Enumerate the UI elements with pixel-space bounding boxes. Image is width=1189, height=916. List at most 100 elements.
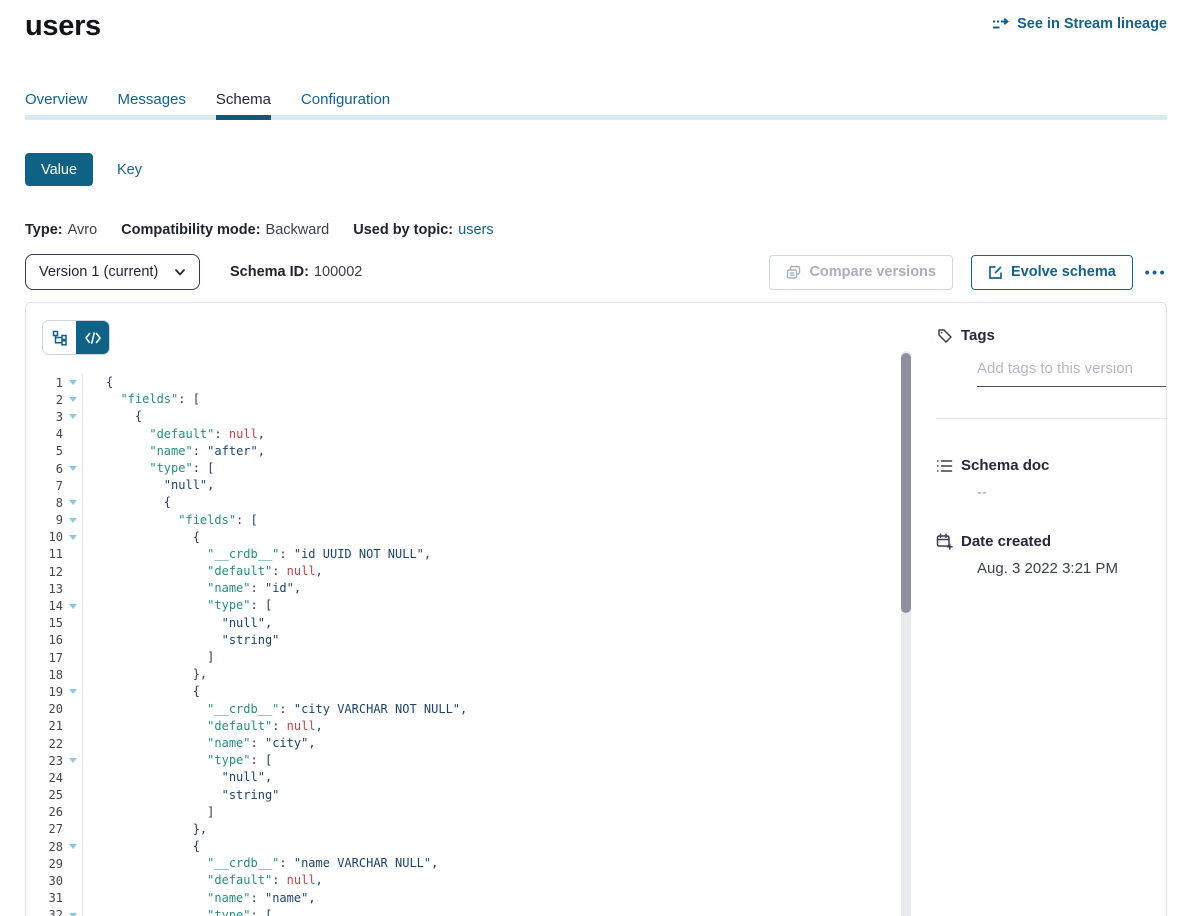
line-number: 5	[26, 444, 63, 458]
line-number: 2	[26, 393, 63, 407]
code-text: "default": null,	[83, 718, 323, 735]
fold-toggle-icon[interactable]	[63, 758, 82, 763]
code-line: 32 "type": [	[26, 907, 918, 916]
fold-toggle-icon[interactable]	[63, 604, 82, 609]
code-line: 4 "default": null,	[26, 426, 918, 443]
tree-view-button[interactable]	[43, 321, 76, 354]
line-number: 22	[26, 737, 63, 751]
page: users See in Stream lineage Overview Mess…	[25, 0, 1167, 916]
code-text: "type": [	[83, 460, 214, 477]
line-number: 9	[26, 513, 63, 527]
gutter-cell: 18	[26, 666, 83, 683]
fold-toggle-icon[interactable]	[63, 844, 82, 849]
gutter-cell: 3	[26, 408, 83, 425]
tab-schema[interactable]: Schema	[216, 91, 271, 120]
code-line: 23 "type": [	[26, 752, 918, 769]
gutter-cell: 23	[26, 752, 83, 769]
code-text: "type": [	[83, 597, 272, 614]
date-created-heading-label: Date created	[961, 533, 1051, 550]
gutter-cell: 9	[26, 512, 83, 529]
code-line: 17 ]	[26, 649, 918, 666]
line-number: 14	[26, 599, 63, 613]
tags-section-heading: Tags	[936, 327, 1167, 344]
fold-toggle-icon[interactable]	[63, 397, 82, 402]
toolbar-left: Version 1 (current) Schema ID:100002	[25, 254, 362, 290]
date-created-value: Aug. 3 2022 3:21 PM	[977, 560, 1167, 577]
gutter-cell: 5	[26, 443, 83, 460]
line-number: 29	[26, 857, 63, 871]
evolve-schema-button[interactable]: Evolve schema	[971, 255, 1133, 290]
gutter-cell: 24	[26, 769, 83, 786]
code-line: 13 "name": "id",	[26, 580, 918, 597]
code-line: 19 {	[26, 683, 918, 700]
code-line: 12 "default": null,	[26, 563, 918, 580]
gutter-cell: 17	[26, 649, 83, 666]
line-number: 31	[26, 891, 63, 905]
code-text: ]	[83, 804, 214, 821]
fold-toggle-icon[interactable]	[63, 535, 82, 540]
line-number: 28	[26, 840, 63, 854]
schema-code-editor[interactable]: 1{2 "fields": [3 {4 "default": null,5 "n…	[26, 374, 918, 916]
stream-lineage-link[interactable]: See in Stream lineage	[992, 16, 1167, 32]
tab-configuration[interactable]: Configuration	[301, 91, 390, 120]
code-text: "name": "id",	[83, 580, 301, 597]
tab-messages[interactable]: Messages	[118, 91, 186, 120]
fold-toggle-icon[interactable]	[63, 380, 82, 385]
line-number: 27	[26, 822, 63, 836]
gutter-cell: 25	[26, 787, 83, 804]
line-number: 18	[26, 668, 63, 682]
code-text: "fields": [	[83, 391, 200, 408]
fold-toggle-icon[interactable]	[63, 466, 82, 471]
gutter-cell: 16	[26, 632, 83, 649]
tab-overview[interactable]: Overview	[25, 91, 88, 120]
code-line: 24 "null",	[26, 769, 918, 786]
editor-scrollbar[interactable]	[901, 351, 911, 916]
code-text: "name": "after",	[83, 443, 265, 460]
code-line: 28 {	[26, 838, 918, 855]
more-actions-button[interactable]: •••	[1145, 264, 1167, 280]
gutter-cell: 32	[26, 907, 83, 916]
editor-scrollbar-thumb[interactable]	[901, 353, 911, 613]
line-number: 20	[26, 702, 63, 716]
gutter-cell: 26	[26, 804, 83, 821]
fold-toggle-icon[interactable]	[63, 414, 82, 419]
add-tags-input[interactable]	[977, 360, 1167, 387]
compare-versions-button[interactable]: Compare versions	[769, 255, 953, 290]
schema-meta-row: Type:Avro Compatibility mode:Backward Us…	[25, 222, 1167, 239]
fold-toggle-icon[interactable]	[63, 518, 82, 523]
list-icon	[936, 459, 953, 473]
code-line: 14 "type": [	[26, 597, 918, 614]
line-number: 26	[26, 805, 63, 819]
code-text: "__crdb__": "id UUID NOT NULL",	[83, 546, 431, 563]
code-line: 11 "__crdb__": "id UUID NOT NULL",	[26, 546, 918, 563]
code-line: 3 {	[26, 408, 918, 425]
schema-type-value: Avro	[68, 222, 98, 238]
code-view-button[interactable]	[76, 321, 109, 354]
stream-lineage-icon	[992, 17, 1010, 31]
used-by-topic-label: Used by topic:	[353, 222, 453, 238]
code-line: 18 },	[26, 666, 918, 683]
gutter-cell: 12	[26, 563, 83, 580]
fold-toggle-icon[interactable]	[63, 500, 82, 505]
value-tab-button[interactable]: Value	[25, 153, 93, 186]
page-header: users See in Stream lineage	[25, 0, 1167, 44]
code-text: {	[83, 494, 171, 511]
gutter-cell: 6	[26, 460, 83, 477]
compare-versions-icon	[786, 265, 801, 280]
gutter-cell: 27	[26, 821, 83, 838]
code-line: 15 "null",	[26, 615, 918, 632]
fold-toggle-icon[interactable]	[63, 689, 82, 694]
version-select-value: Version 1 (current)	[39, 264, 158, 280]
code-text: "default": null,	[83, 563, 323, 580]
topic-link[interactable]: users	[458, 222, 493, 238]
code-text: "default": null,	[83, 426, 265, 443]
code-text: {	[83, 529, 200, 546]
schema-id-label: Schema ID:	[230, 264, 309, 280]
key-tab-button[interactable]: Key	[117, 162, 142, 178]
code-text: "string"	[83, 787, 279, 804]
code-text: {	[83, 838, 200, 855]
sidebar-divider	[936, 418, 1167, 419]
version-select[interactable]: Version 1 (current)	[25, 254, 200, 290]
tab-track	[25, 115, 1167, 120]
gutter-cell: 30	[26, 872, 83, 889]
